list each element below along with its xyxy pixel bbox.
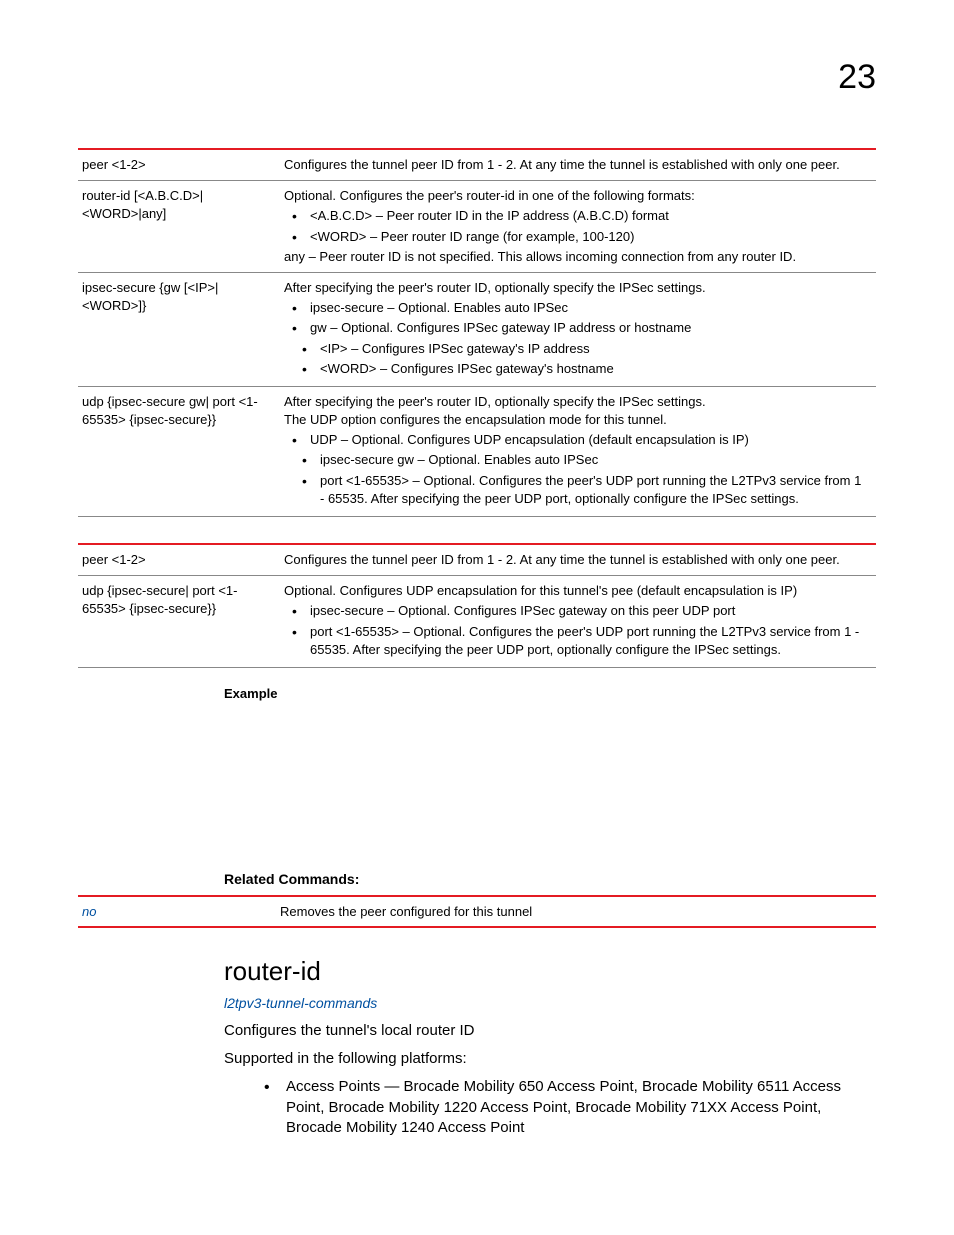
bullet-item: <IP> – Configures IPSec gateway's IP add… bbox=[284, 340, 868, 358]
bullet-list: ipsec-secure – Optional. Configures IPSe… bbox=[284, 602, 868, 659]
body-text: Supported in the following platforms: bbox=[224, 1049, 876, 1069]
table-row: peer <1-2> Configures the tunnel peer ID… bbox=[78, 544, 876, 576]
param-cell: peer <1-2> bbox=[78, 544, 280, 576]
desc-after: any – Peer router ID is not specified. T… bbox=[284, 248, 868, 266]
table-row: ipsec-secure {gw [<IP>|<WORD>]} After sp… bbox=[78, 272, 876, 386]
param-cell: router-id [<A.B.C.D>|<WORD>|any] bbox=[78, 181, 280, 273]
related-commands-table: no Removes the peer configured for this … bbox=[78, 895, 876, 928]
param-cell: udp {ipsec-secure| port <1-65535> {ipsec… bbox=[78, 576, 280, 668]
bullet-list: UDP – Optional. Configures UDP encapsula… bbox=[284, 431, 868, 449]
bullet-item: <A.B.C.D> – Peer router ID in the IP add… bbox=[284, 207, 868, 225]
bullet-item: ipsec-secure – Optional. Enables auto IP… bbox=[284, 299, 868, 317]
related-cmd-desc: Removes the peer configured for this tun… bbox=[276, 896, 876, 927]
desc-intro: Optional. Configures the peer's router-i… bbox=[284, 187, 868, 205]
content-area: peer <1-2> Configures the tunnel peer ID… bbox=[78, 148, 876, 1138]
desc-cell: Optional. Configures UDP encapsulation f… bbox=[280, 576, 876, 668]
bullet-item: port <1-65535> – Optional. Configures th… bbox=[284, 623, 868, 659]
xref-link[interactable]: l2tpv3-tunnel-commands bbox=[224, 995, 876, 1011]
param-cell: udp {ipsec-secure gw| port <1-65535> {ip… bbox=[78, 386, 280, 516]
bullet-item: port <1-65535> – Optional. Configures th… bbox=[284, 472, 868, 508]
bullet-list: <A.B.C.D> – Peer router ID in the IP add… bbox=[284, 207, 868, 245]
bullet-item: ipsec-secure gw – Optional. Enables auto… bbox=[284, 451, 868, 469]
platform-list: Access Points — Brocade Mobility 650 Acc… bbox=[264, 1077, 876, 1138]
desc-cell: Configures the tunnel peer ID from 1 - 2… bbox=[280, 149, 876, 181]
desc-intro: Optional. Configures UDP encapsulation f… bbox=[284, 582, 868, 600]
related-commands-label: Related Commands: bbox=[224, 871, 876, 887]
bullet-item: gw – Optional. Configures IPSec gateway … bbox=[284, 319, 868, 337]
example-label: Example bbox=[224, 686, 876, 701]
param-cell: ipsec-secure {gw [<IP>|<WORD>]} bbox=[78, 272, 280, 386]
desc-intro2: The UDP option configures the encapsulat… bbox=[284, 411, 868, 429]
bullet-item: <WORD> – Configures IPSec gateway's host… bbox=[284, 360, 868, 378]
bullet-item: <WORD> – Peer router ID range (for examp… bbox=[284, 228, 868, 246]
platform-item: Access Points — Brocade Mobility 650 Acc… bbox=[264, 1077, 876, 1138]
bullet-item: ipsec-secure – Optional. Configures IPSe… bbox=[284, 602, 868, 620]
desc-cell: After specifying the peer's router ID, o… bbox=[280, 272, 876, 386]
table-row: router-id [<A.B.C.D>|<WORD>|any] Optiona… bbox=[78, 181, 876, 273]
desc-cell: After specifying the peer's router ID, o… bbox=[280, 386, 876, 516]
page-number: 23 bbox=[838, 58, 876, 97]
param-cell: peer <1-2> bbox=[78, 149, 280, 181]
bullet-item: UDP – Optional. Configures UDP encapsula… bbox=[284, 431, 868, 449]
table-row: no Removes the peer configured for this … bbox=[78, 896, 876, 927]
parameters-table-1: peer <1-2> Configures the tunnel peer ID… bbox=[78, 148, 876, 517]
section-heading: router-id bbox=[224, 956, 876, 987]
related-cmd-name[interactable]: no bbox=[78, 896, 276, 927]
table-row: udp {ipsec-secure| port <1-65535> {ipsec… bbox=[78, 576, 876, 668]
parameters-table-2: peer <1-2> Configures the tunnel peer ID… bbox=[78, 543, 876, 668]
nested-bullet-list: ipsec-secure gw – Optional. Enables auto… bbox=[284, 451, 868, 508]
nested-bullet-list: <IP> – Configures IPSec gateway's IP add… bbox=[284, 340, 868, 378]
desc-intro: After specifying the peer's router ID, o… bbox=[284, 279, 868, 297]
desc-cell: Optional. Configures the peer's router-i… bbox=[280, 181, 876, 273]
desc-intro: After specifying the peer's router ID, o… bbox=[284, 393, 868, 411]
table-row: peer <1-2> Configures the tunnel peer ID… bbox=[78, 149, 876, 181]
bullet-list: ipsec-secure – Optional. Enables auto IP… bbox=[284, 299, 868, 337]
body-text: Configures the tunnel's local router ID bbox=[224, 1021, 876, 1041]
desc-cell: Configures the tunnel peer ID from 1 - 2… bbox=[280, 544, 876, 576]
table-row: udp {ipsec-secure gw| port <1-65535> {ip… bbox=[78, 386, 876, 516]
